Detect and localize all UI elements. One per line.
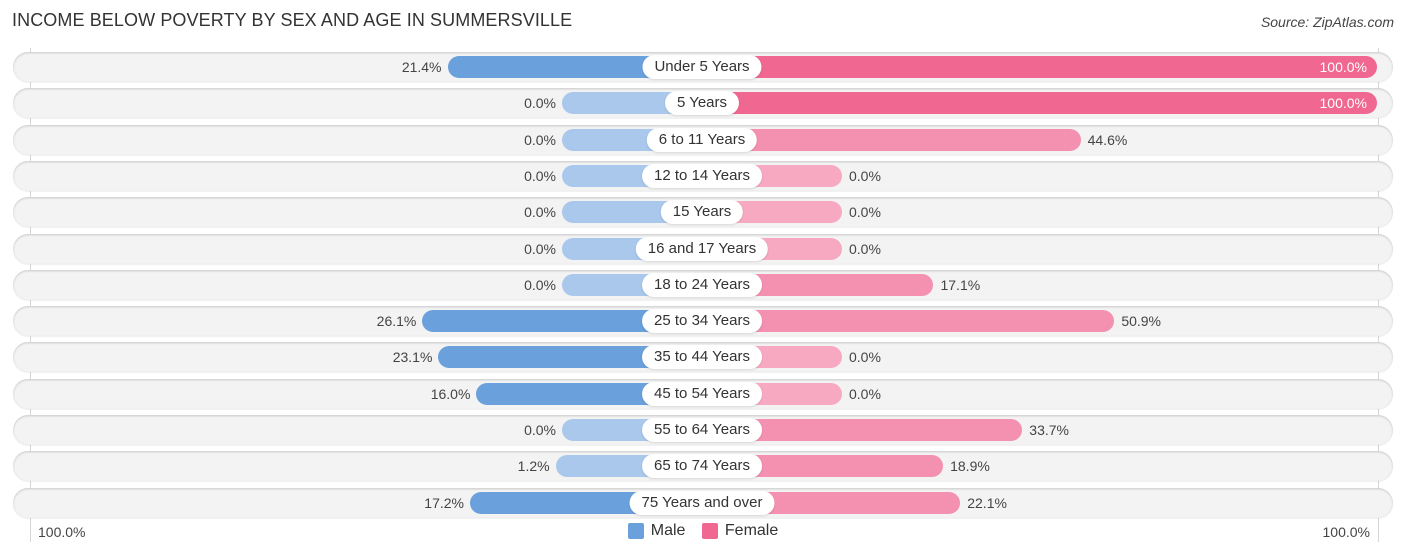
category-label: 45 to 54 Years bbox=[642, 381, 762, 406]
value-label-female: 33.7% bbox=[1029, 422, 1069, 438]
category-label: 16 and 17 Years bbox=[635, 236, 769, 261]
value-label-male: 23.1% bbox=[392, 349, 433, 366]
value-label-male: 26.1% bbox=[376, 313, 417, 330]
category-label: 55 to 64 Years bbox=[642, 418, 762, 442]
value-label-female: 22.1% bbox=[967, 494, 1007, 511]
legend-item-female[interactable]: Female bbox=[701, 522, 779, 540]
value-label-female: 100.0% bbox=[1319, 95, 1367, 112]
value-label-male: 16.0% bbox=[430, 385, 471, 402]
category-label: 5 Years bbox=[664, 91, 740, 116]
value-label-female: 0.0% bbox=[849, 385, 881, 402]
value-label-male: 0.0% bbox=[524, 95, 556, 112]
bar-female[interactable] bbox=[702, 128, 1081, 151]
value-label-female: 50.9% bbox=[1121, 313, 1162, 330]
value-label-female: 0.0% bbox=[849, 240, 881, 257]
value-label-male: 17.2% bbox=[424, 494, 464, 511]
legend-swatch-female bbox=[701, 523, 718, 539]
value-label-female: 0.0% bbox=[849, 204, 881, 221]
value-label-female: 18.9% bbox=[950, 458, 990, 475]
category-label: 25 to 34 Years bbox=[642, 309, 762, 334]
value-label-female: 44.6% bbox=[1087, 131, 1128, 148]
legend-item-male[interactable]: Male bbox=[627, 522, 686, 540]
value-label-male: 0.0% bbox=[524, 276, 556, 293]
value-label-female: 17.1% bbox=[940, 276, 981, 293]
category-label: 6 to 11 Years bbox=[646, 127, 758, 152]
legend: Male Female bbox=[0, 522, 1406, 544]
category-label: 75 Years and over bbox=[629, 490, 775, 515]
bar-female[interactable] bbox=[702, 310, 1115, 333]
value-label-male: 0.0% bbox=[524, 167, 556, 184]
legend-label-male: Male bbox=[650, 522, 686, 539]
value-label-female: 0.0% bbox=[849, 349, 881, 366]
category-label: 18 to 24 Years bbox=[642, 272, 762, 297]
value-label-female: 0.0% bbox=[849, 167, 881, 184]
value-label-male: 1.2% bbox=[517, 458, 550, 475]
category-label: Under 5 Years bbox=[642, 55, 762, 79]
legend-swatch-male bbox=[627, 523, 644, 539]
value-label-female: 100.0% bbox=[1319, 59, 1367, 75]
bar-female[interactable] bbox=[702, 56, 1377, 78]
value-label-male: 0.0% bbox=[524, 240, 556, 257]
category-label: 35 to 44 Years bbox=[642, 345, 762, 370]
value-label-male: 0.0% bbox=[524, 131, 556, 148]
bar-female[interactable] bbox=[702, 92, 1377, 115]
category-label: 12 to 14 Years bbox=[642, 163, 762, 188]
value-label-male: 21.4% bbox=[401, 59, 442, 75]
legend-label-female: Female bbox=[724, 522, 779, 539]
category-label: 65 to 74 Years bbox=[642, 454, 762, 479]
source-credit: Source: ZipAtlas.com bbox=[1260, 14, 1394, 30]
value-label-male: 0.0% bbox=[524, 422, 556, 438]
category-label: 15 Years bbox=[660, 200, 744, 225]
chart-title: INCOME BELOW POVERTY BY SEX AND AGE IN S… bbox=[12, 10, 573, 30]
value-label-male: 0.0% bbox=[524, 204, 556, 221]
